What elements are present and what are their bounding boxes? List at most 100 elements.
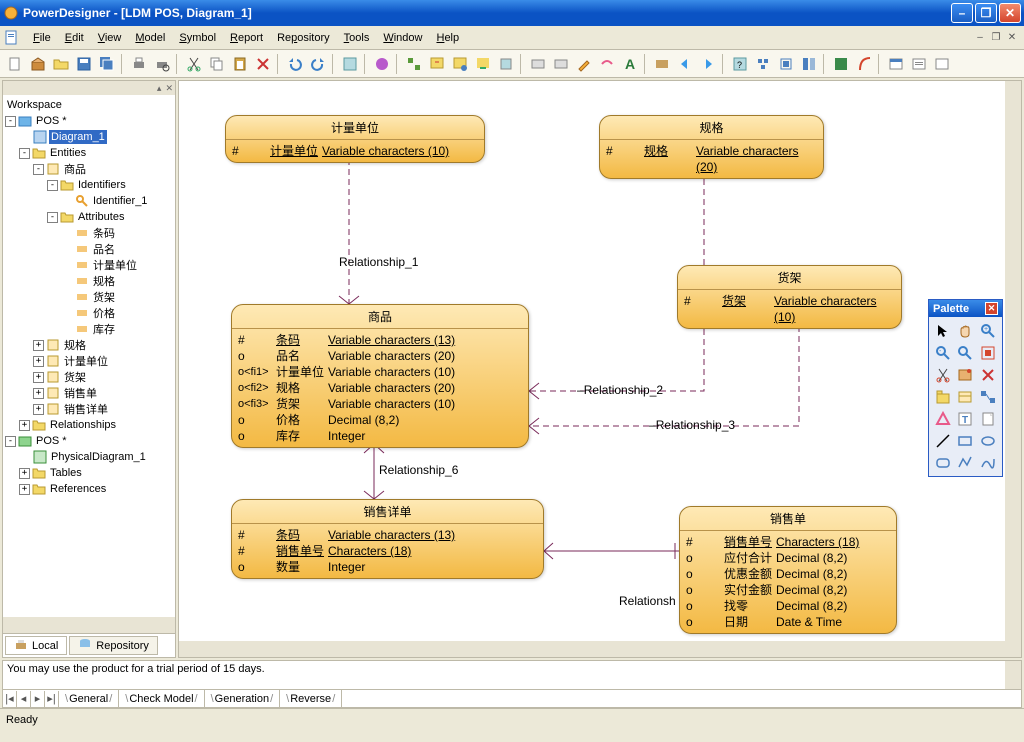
tree-references[interactable]: References [48, 482, 108, 496]
tree-model-pos2[interactable]: POS * [34, 434, 69, 448]
output-nav-last[interactable]: ▸| [45, 691, 59, 707]
entity-gg[interactable]: 规格 #规格Variable characters (20) [599, 115, 824, 179]
menu-window[interactable]: Window [376, 30, 429, 46]
redo-button[interactable] [307, 53, 329, 75]
entity-xsd[interactable]: 销售单 #销售单号Characters (18) o应付合计Decimal (8… [679, 506, 897, 634]
tree-tables[interactable]: Tables [48, 466, 84, 480]
tb9[interactable] [651, 53, 673, 75]
tb10[interactable]: ? [729, 53, 751, 75]
tree-model-pos1[interactable]: POS * [34, 114, 69, 128]
output-vscroll[interactable] [1005, 661, 1021, 689]
tb2[interactable] [426, 53, 448, 75]
tree-identifiers[interactable]: Identifiers [76, 178, 128, 192]
print-button[interactable] [128, 53, 150, 75]
tree-relationships[interactable]: Relationships [48, 418, 118, 432]
roundrect-tool[interactable] [932, 452, 953, 473]
rel-label-6[interactable]: Relationship_6 [379, 463, 458, 477]
tb13[interactable] [798, 53, 820, 75]
line-tool[interactable] [932, 430, 953, 451]
inheritance-tool[interactable] [932, 408, 953, 429]
zoom-tool[interactable] [955, 342, 976, 363]
mdi-restore-icon[interactable]: ❐ [988, 31, 1004, 45]
tb18[interactable] [931, 53, 953, 75]
relationship-tool[interactable] [977, 386, 998, 407]
output-nav-prev[interactable]: ◂ [17, 691, 31, 707]
delete-tool[interactable] [977, 364, 998, 385]
text-tool[interactable]: A [619, 53, 641, 75]
copy-button[interactable] [206, 53, 228, 75]
tb14[interactable] [830, 53, 852, 75]
palette[interactable]: Palette✕ + - T [928, 299, 1003, 477]
sidebar-tab-local[interactable]: Local [5, 636, 67, 655]
package-tool[interactable] [932, 386, 953, 407]
mdi-close-icon[interactable]: ✕ [1004, 31, 1020, 45]
rel-label-2[interactable]: –Relationship_2 [577, 383, 663, 397]
arrow-right[interactable] [697, 53, 719, 75]
edit-tool[interactable] [573, 53, 595, 75]
menu-help[interactable]: Help [429, 30, 466, 46]
find-button[interactable] [339, 53, 361, 75]
output-nav-first[interactable]: |◂ [3, 691, 17, 707]
menu-repository[interactable]: Repository [270, 30, 337, 46]
maximize-button[interactable]: ❐ [975, 3, 997, 23]
tb11[interactable] [752, 53, 774, 75]
print-preview-button[interactable] [151, 53, 173, 75]
tree-entities[interactable]: Entities [48, 146, 88, 160]
output-tab-rev[interactable]: Reverse [280, 690, 342, 707]
pointer-tool[interactable] [932, 320, 953, 341]
tb8[interactable] [596, 53, 618, 75]
entity-xsxd[interactable]: 销售详单 #条码Variable characters (13) #销售单号Ch… [231, 499, 544, 579]
menu-model[interactable]: Model [128, 30, 172, 46]
tb1[interactable] [403, 53, 425, 75]
cut-button[interactable] [183, 53, 205, 75]
rel-label-trunc[interactable]: Relationsh [619, 594, 676, 608]
rel-label-3[interactable]: –Relationship_3 [649, 418, 735, 432]
ellipse-tool[interactable] [977, 430, 998, 451]
sidebar-hscroll[interactable] [3, 617, 175, 633]
tree-workspace[interactable]: Workspace [5, 98, 64, 112]
dock-icon[interactable]: ▴ [157, 83, 162, 94]
tb16[interactable] [885, 53, 907, 75]
new-model-button[interactable] [27, 53, 49, 75]
delete-button[interactable] [252, 53, 274, 75]
menu-view[interactable]: View [91, 30, 129, 46]
menu-symbol[interactable]: Symbol [172, 30, 223, 46]
file-tool[interactable] [977, 408, 998, 429]
tb15[interactable] [853, 53, 875, 75]
output-tab-check[interactable]: Check Model [119, 690, 204, 707]
minimize-button[interactable]: – [951, 3, 973, 23]
zoom-in-tool[interactable]: + [977, 320, 998, 341]
menu-tools[interactable]: Tools [337, 30, 377, 46]
grab-tool[interactable] [955, 320, 976, 341]
properties-button[interactable] [371, 53, 393, 75]
menu-edit[interactable]: Edit [58, 30, 91, 46]
entity-jldw[interactable]: 计量单位 #计量单位Variable characters (10) [225, 115, 485, 163]
canvas-hscroll[interactable] [179, 641, 1005, 657]
tree-attr-kc[interactable]: 库存 [91, 320, 117, 338]
polyline-tool[interactable] [955, 452, 976, 473]
tree-view[interactable]: Workspace -POS * Diagram_1 -Entities -商品… [3, 95, 175, 617]
save-all-button[interactable] [96, 53, 118, 75]
arrow-left[interactable] [674, 53, 696, 75]
menu-file[interactable]: File [26, 30, 58, 46]
undo-button[interactable] [284, 53, 306, 75]
cut-tool[interactable] [932, 364, 953, 385]
paste-button[interactable] [229, 53, 251, 75]
sidebar-tab-repository[interactable]: Repository [69, 636, 158, 655]
tb3[interactable] [449, 53, 471, 75]
tb5[interactable] [495, 53, 517, 75]
tree-ent-xsxd[interactable]: 销售详单 [62, 400, 110, 418]
curve-tool[interactable] [977, 452, 998, 473]
palette-close-icon[interactable]: ✕ [985, 302, 998, 315]
menu-report[interactable]: Report [223, 30, 270, 46]
entity-tool[interactable] [955, 386, 976, 407]
tree-diagram1[interactable]: Diagram_1 [49, 130, 107, 144]
new-button[interactable] [4, 53, 26, 75]
rect-tool[interactable] [955, 430, 976, 451]
tree-attributes[interactable]: Attributes [76, 210, 126, 224]
open-button[interactable] [50, 53, 72, 75]
note-tool[interactable]: T [955, 408, 976, 429]
tb17[interactable] [908, 53, 930, 75]
tb4[interactable] [472, 53, 494, 75]
tb6[interactable] [527, 53, 549, 75]
